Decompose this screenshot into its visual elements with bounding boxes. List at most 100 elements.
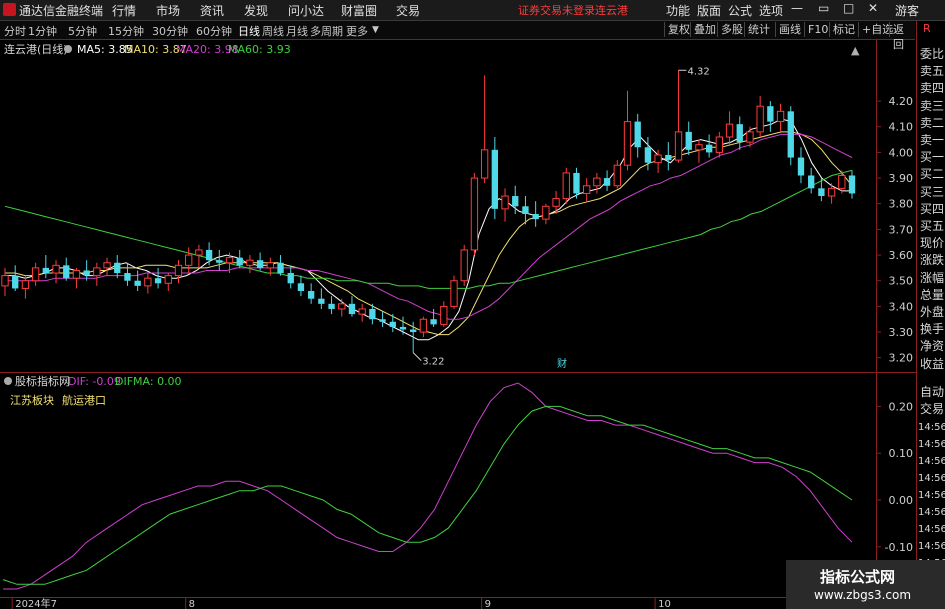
- statistics-button[interactable]: 统计: [744, 22, 773, 37]
- candle: [787, 106, 794, 166]
- period-tab-60min[interactable]: 60分钟: [196, 23, 232, 39]
- candle-body-down: [522, 206, 529, 214]
- date-tick-label: 2024年7: [15, 597, 57, 609]
- candle: [623, 90, 632, 171]
- period-tab-15min[interactable]: 15分钟: [108, 23, 144, 39]
- watermark-title: 指标公式网: [820, 568, 896, 586]
- candle-body-up: [460, 249, 468, 282]
- candle: [328, 296, 335, 315]
- draw-line-button[interactable]: 画线: [775, 22, 804, 37]
- period-tab-daily[interactable]: 日线: [238, 23, 260, 39]
- menu-wealth[interactable]: 财富圈: [341, 2, 377, 19]
- trade-time-item: 14:56: [918, 507, 945, 518]
- candle-body-down: [665, 154, 672, 161]
- menu-options[interactable]: 选项: [759, 2, 783, 19]
- menu-formula[interactable]: 公式: [728, 2, 752, 19]
- menu-news[interactable]: 资讯: [200, 2, 224, 19]
- candle-body-up: [583, 185, 591, 194]
- collapse-chevron-icon[interactable]: ▲: [851, 44, 860, 57]
- candle-body-down: [369, 308, 376, 320]
- kline-chart[interactable]: 连云港(日线) MA5: 3.85 MA10: 3.87 MA20: 3.98 …: [0, 40, 916, 609]
- candle: [256, 252, 264, 271]
- candle: [144, 273, 152, 294]
- price-tick-label: 3.50: [889, 275, 914, 288]
- candle-body-down: [114, 262, 121, 274]
- restore-icon[interactable]: ▭: [818, 1, 829, 15]
- f10-button[interactable]: F10: [804, 22, 831, 37]
- candle: [501, 188, 509, 222]
- annotation-leader: [412, 352, 422, 361]
- panel-tab-r[interactable]: R: [923, 22, 931, 35]
- candle-body-up: [623, 121, 632, 166]
- candle-body-down: [491, 149, 498, 209]
- candle: [603, 170, 611, 191]
- candle: [318, 288, 325, 309]
- overlay-button[interactable]: 叠加: [690, 22, 719, 37]
- quote-field-label: 换手: [920, 322, 945, 337]
- candle-body-up: [21, 280, 30, 289]
- candle-body-up: [195, 249, 203, 256]
- date-tick-label: 10: [658, 599, 671, 609]
- period-tab-more[interactable]: 更多: [346, 23, 368, 39]
- menu-trade[interactable]: 交易: [396, 2, 420, 19]
- candle: [399, 316, 407, 335]
- menu-market[interactable]: 市场: [156, 2, 180, 19]
- candle-body-down: [124, 273, 131, 281]
- menu-discover[interactable]: 发现: [244, 2, 268, 19]
- candle-body-up: [776, 110, 785, 123]
- quote-field-label[interactable]: 自动: [920, 383, 944, 400]
- back-button[interactable]: 返回: [889, 22, 915, 51]
- candle-body-down: [277, 262, 284, 274]
- period-tab-intraday[interactable]: 分时: [4, 23, 26, 39]
- period-tab-monthly[interactable]: 月线: [286, 23, 308, 39]
- dif-legend: DIF: -0.09: [68, 375, 121, 388]
- candle-body-down: [389, 321, 396, 327]
- candle-body-down: [318, 298, 325, 304]
- candle-body-down: [603, 178, 611, 186]
- sector-shipping[interactable]: 航运港口: [62, 393, 106, 407]
- ma60-line: [4, 169, 853, 289]
- candle: [307, 283, 315, 304]
- login-warning[interactable]: 证券交易未登录: [518, 2, 595, 18]
- quote-field-label[interactable]: 交易: [920, 400, 944, 417]
- candle-body-up: [756, 105, 764, 133]
- sector-jiangsu[interactable]: 江苏板块: [10, 393, 54, 407]
- candle-body-up: [246, 259, 254, 266]
- indicator-settings-icon[interactable]: [4, 377, 12, 385]
- candle-body-down: [767, 106, 774, 122]
- settings-dot-icon[interactable]: [64, 45, 72, 53]
- period-tab-5min[interactable]: 5分钟: [68, 23, 97, 39]
- candle: [797, 147, 805, 184]
- adjust-button[interactable]: 复权: [664, 22, 693, 37]
- indicator-tick-label: -0.10: [885, 541, 913, 554]
- candle: [634, 113, 641, 158]
- candle-body-up: [715, 136, 724, 153]
- indicator-lines: [2, 382, 853, 590]
- candle: [52, 260, 60, 284]
- close-icon[interactable]: ✕: [868, 1, 878, 15]
- user-label[interactable]: 游客: [895, 2, 919, 19]
- candle-body-down: [787, 111, 794, 158]
- multi-stock-button[interactable]: 多股: [717, 22, 746, 37]
- period-tab-multi[interactable]: 多周期: [310, 23, 343, 39]
- price-annotations: 4.32 3.22 财: [412, 66, 710, 370]
- menu-ask[interactable]: 问小达: [288, 2, 324, 19]
- indicator-tick-label: 0.10: [889, 447, 914, 460]
- candle: [848, 170, 856, 199]
- quote-field-label: 卖一: [920, 133, 945, 147]
- period-tab-1min[interactable]: 1分钟: [28, 23, 57, 39]
- maximize-icon[interactable]: □: [843, 1, 854, 15]
- period-tab-weekly[interactable]: 周线: [262, 23, 284, 39]
- menu-layout[interactable]: 版面: [697, 2, 721, 19]
- mark-button[interactable]: 标记: [829, 22, 858, 37]
- candle-body-down: [236, 257, 243, 266]
- candle: [236, 249, 243, 268]
- period-tab-30min[interactable]: 30分钟: [152, 23, 188, 39]
- more-chevron-icon[interactable]: ▼: [372, 25, 379, 35]
- menu-quotes[interactable]: 行情: [112, 2, 136, 19]
- minimize-icon[interactable]: —: [791, 1, 803, 15]
- candle: [72, 267, 81, 289]
- indicator-tick-label: 0.00: [889, 494, 914, 507]
- menu-function[interactable]: 功能: [666, 2, 690, 19]
- quote-field-label: 现价: [920, 236, 945, 251]
